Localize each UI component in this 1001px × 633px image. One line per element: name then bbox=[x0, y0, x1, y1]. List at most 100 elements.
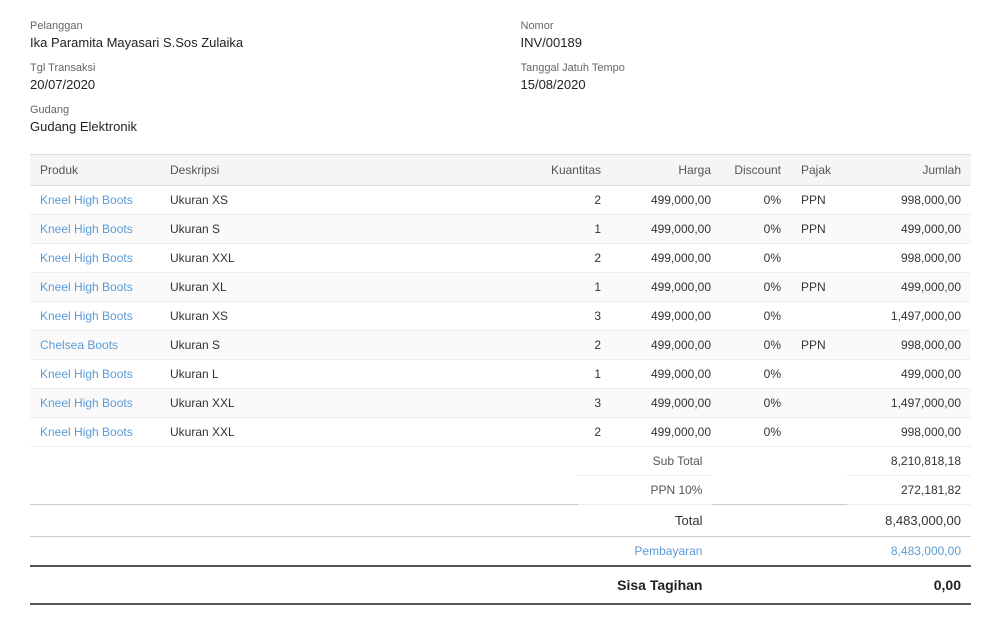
product-discount: 0% bbox=[721, 244, 791, 273]
col-pajak: Pajak bbox=[791, 155, 851, 186]
product-tax: PPN bbox=[791, 331, 851, 360]
product-price: 499,000,00 bbox=[611, 215, 721, 244]
product-qty: 2 bbox=[531, 418, 611, 447]
product-qty: 2 bbox=[531, 331, 611, 360]
product-name[interactable]: Kneel High Boots bbox=[30, 215, 160, 244]
tgl-transaksi-value: 20/07/2020 bbox=[30, 77, 481, 92]
product-discount: 0% bbox=[721, 360, 791, 389]
tgl-transaksi-block: Tgl Transaksi 20/07/2020 bbox=[30, 62, 481, 92]
product-name[interactable]: Chelsea Boots bbox=[30, 331, 160, 360]
product-tax: PPN bbox=[791, 273, 851, 302]
pembayaran-label: Pembayaran bbox=[578, 537, 712, 567]
pembayaran-row: Pembayaran 8,483,000,00 bbox=[30, 537, 971, 567]
table-row: Kneel High Boots Ukuran S 1 499,000,00 0… bbox=[30, 215, 971, 244]
product-price: 499,000,00 bbox=[611, 389, 721, 418]
table-row: Kneel High Boots Ukuran XXL 2 499,000,00… bbox=[30, 244, 971, 273]
pelanggan-value: Ika Paramita Mayasari S.Sos Zulaika bbox=[30, 35, 481, 50]
col-jumlah: Jumlah bbox=[851, 155, 971, 186]
product-name[interactable]: Kneel High Boots bbox=[30, 244, 160, 273]
table-row: Kneel High Boots Ukuran XS 2 499,000,00 … bbox=[30, 186, 971, 215]
nomor-value: INV/00189 bbox=[521, 35, 972, 50]
tgl-transaksi-label: Tgl Transaksi bbox=[30, 62, 481, 74]
product-tax bbox=[791, 389, 851, 418]
product-total: 499,000,00 bbox=[851, 273, 971, 302]
product-total: 499,000,00 bbox=[851, 215, 971, 244]
product-total: 499,000,00 bbox=[851, 360, 971, 389]
product-qty: 3 bbox=[531, 302, 611, 331]
product-price: 499,000,00 bbox=[611, 273, 721, 302]
tanggal-jatuh-tempo-label: Tanggal Jatuh Tempo bbox=[521, 62, 972, 74]
gudang-label: Gudang bbox=[30, 104, 971, 116]
product-qty: 1 bbox=[531, 360, 611, 389]
sub-total-row: Sub Total 8,210,818,18 bbox=[30, 447, 971, 476]
product-discount: 0% bbox=[721, 389, 791, 418]
product-total: 998,000,00 bbox=[851, 418, 971, 447]
sub-total-label: Sub Total bbox=[578, 447, 712, 476]
invoice-page: Pelanggan Ika Paramita Mayasari S.Sos Zu… bbox=[0, 0, 1001, 633]
product-desc: Ukuran L bbox=[160, 360, 531, 389]
product-total: 998,000,00 bbox=[851, 244, 971, 273]
gudang-block: Gudang Gudang Elektronik bbox=[30, 104, 971, 134]
ppn-value: 272,181,82 bbox=[847, 476, 971, 505]
product-name[interactable]: Kneel High Boots bbox=[30, 186, 160, 215]
product-desc: Ukuran XS bbox=[160, 302, 531, 331]
product-desc: Ukuran S bbox=[160, 215, 531, 244]
product-name[interactable]: Kneel High Boots bbox=[30, 418, 160, 447]
table-row: Kneel High Boots Ukuran XL 1 499,000,00 … bbox=[30, 273, 971, 302]
product-price: 499,000,00 bbox=[611, 360, 721, 389]
product-tax bbox=[791, 360, 851, 389]
product-desc: Ukuran S bbox=[160, 331, 531, 360]
pelanggan-block: Pelanggan Ika Paramita Mayasari S.Sos Zu… bbox=[30, 20, 481, 50]
product-desc: Ukuran XXL bbox=[160, 389, 531, 418]
product-total: 1,497,000,00 bbox=[851, 389, 971, 418]
col-deskripsi: Deskripsi bbox=[160, 155, 531, 186]
table-row: Kneel High Boots Ukuran L 1 499,000,00 0… bbox=[30, 360, 971, 389]
product-tax: PPN bbox=[791, 215, 851, 244]
tanggal-jatuh-tempo-block: Tanggal Jatuh Tempo 15/08/2020 bbox=[521, 62, 972, 92]
table-row: Kneel High Boots Ukuran XS 3 499,000,00 … bbox=[30, 302, 971, 331]
product-name[interactable]: Kneel High Boots bbox=[30, 273, 160, 302]
table-row: Kneel High Boots Ukuran XXL 2 499,000,00… bbox=[30, 418, 971, 447]
product-price: 499,000,00 bbox=[611, 331, 721, 360]
product-discount: 0% bbox=[721, 418, 791, 447]
nomor-block: Nomor INV/00189 bbox=[521, 20, 972, 50]
product-discount: 0% bbox=[721, 273, 791, 302]
sisa-tagihan-value: 0,00 bbox=[847, 566, 971, 604]
product-qty: 3 bbox=[531, 389, 611, 418]
product-total: 998,000,00 bbox=[851, 186, 971, 215]
product-discount: 0% bbox=[721, 302, 791, 331]
gudang-value: Gudang Elektronik bbox=[30, 119, 971, 134]
product-qty: 1 bbox=[531, 273, 611, 302]
product-discount: 0% bbox=[721, 186, 791, 215]
col-kuantitas: Kuantitas bbox=[531, 155, 611, 186]
product-desc: Ukuran XS bbox=[160, 186, 531, 215]
pembayaran-value: 8,483,000,00 bbox=[847, 537, 971, 567]
total-value: 8,483,000,00 bbox=[847, 505, 971, 537]
summary-area: Sub Total 8,210,818,18 PPN 10% 272,181,8… bbox=[30, 447, 971, 605]
product-name[interactable]: Kneel High Boots bbox=[30, 389, 160, 418]
product-name[interactable]: Kneel High Boots bbox=[30, 302, 160, 331]
product-tax bbox=[791, 244, 851, 273]
product-desc: Ukuran XXL bbox=[160, 418, 531, 447]
ppn-row: PPN 10% 272,181,82 bbox=[30, 476, 971, 505]
product-tax: PPN bbox=[791, 186, 851, 215]
product-price: 499,000,00 bbox=[611, 244, 721, 273]
product-total: 1,497,000,00 bbox=[851, 302, 971, 331]
product-qty: 2 bbox=[531, 186, 611, 215]
sisa-tagihan-row: Sisa Tagihan 0,00 bbox=[30, 566, 971, 604]
col-harga: Harga bbox=[611, 155, 721, 186]
sub-total-value: 8,210,818,18 bbox=[847, 447, 971, 476]
product-qty: 2 bbox=[531, 244, 611, 273]
tanggal-jatuh-tempo-value: 15/08/2020 bbox=[521, 77, 972, 92]
product-discount: 0% bbox=[721, 215, 791, 244]
table-row: Chelsea Boots Ukuran S 2 499,000,00 0% P… bbox=[30, 331, 971, 360]
product-discount: 0% bbox=[721, 331, 791, 360]
col-discount: Discount bbox=[721, 155, 791, 186]
product-total: 998,000,00 bbox=[851, 331, 971, 360]
col-produk: Produk bbox=[30, 155, 160, 186]
product-name[interactable]: Kneel High Boots bbox=[30, 360, 160, 389]
product-price: 499,000,00 bbox=[611, 302, 721, 331]
nomor-label: Nomor bbox=[521, 20, 972, 32]
ppn-label: PPN 10% bbox=[578, 476, 712, 505]
total-label: Total bbox=[578, 505, 712, 537]
